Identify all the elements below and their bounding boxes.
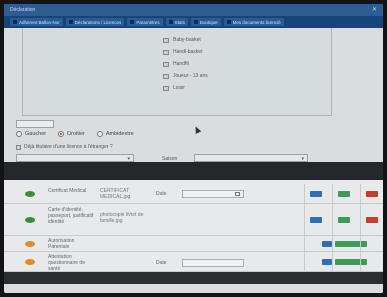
bookmark-icon bbox=[193, 20, 198, 24]
radio-label: Ambidextre bbox=[105, 131, 134, 137]
licence-form: Baby-basket Handi-basket Handfit Joueur … bbox=[4, 28, 383, 162]
document-name: Certificat Médical bbox=[48, 188, 87, 194]
documents-table: Certificat Médical CERTIFICAT MEDICAL.jp… bbox=[4, 180, 383, 272]
view-button[interactable] bbox=[310, 217, 322, 223]
section-divider bbox=[4, 162, 383, 180]
bookmark-label: Paramètres bbox=[136, 19, 160, 25]
bookmark-icon bbox=[68, 20, 73, 24]
bookmark-icon bbox=[130, 20, 135, 24]
bookmark-label: Stats bbox=[174, 19, 185, 25]
bookmarks-bar: Adhérent Ballon-Nor Déclarations / Licen… bbox=[4, 16, 383, 28]
column-divider bbox=[332, 184, 333, 272]
checkbox-icon[interactable] bbox=[163, 49, 169, 55]
date-input[interactable] bbox=[182, 190, 244, 198]
bookmark-3[interactable]: Stats bbox=[165, 18, 188, 26]
checkbox-icon[interactable] bbox=[163, 61, 169, 67]
document-name: Attestation questionnaire de santé bbox=[48, 254, 85, 272]
close-icon[interactable]: ✕ bbox=[372, 6, 377, 13]
checkbox-label: Baby-basket bbox=[173, 37, 201, 43]
bookmark-2[interactable]: Paramètres bbox=[127, 18, 163, 26]
status-missing-icon bbox=[25, 259, 35, 265]
browser-titlebar: Déclaration ✕ bbox=[4, 4, 383, 16]
delete-button[interactable] bbox=[366, 191, 378, 197]
column-divider bbox=[304, 184, 305, 272]
upload-icon-button[interactable] bbox=[322, 259, 332, 265]
category-panel: Baby-basket Handi-basket Handfit Joueur … bbox=[22, 28, 332, 116]
document-name: Carte d'identité, passeport, justificati… bbox=[48, 207, 94, 225]
radio-right-handed[interactable]: Droitier bbox=[58, 131, 85, 137]
select-dropdown-left[interactable]: ▾ bbox=[16, 154, 134, 162]
radio-icon[interactable] bbox=[96, 131, 103, 137]
date-input[interactable] bbox=[182, 259, 244, 267]
table-row: Carte d'identité, passeport, justificati… bbox=[4, 204, 383, 236]
bookmark-5[interactable]: Mes documents licencié bbox=[223, 18, 284, 26]
status-ok-icon bbox=[25, 217, 35, 223]
checkbox-icon[interactable] bbox=[16, 144, 21, 150]
browse-button[interactable] bbox=[335, 259, 367, 265]
table-row: Certificat Médical CERTIFICAT MEDICAL.jp… bbox=[4, 184, 383, 204]
category-checkbox[interactable]: Handfit bbox=[163, 58, 208, 70]
select-dropdown-season[interactable]: ▾ bbox=[194, 154, 308, 162]
edit-button[interactable] bbox=[338, 217, 350, 223]
bookmark-label: Mes documents licencié bbox=[232, 19, 281, 25]
column-divider bbox=[360, 184, 361, 272]
bookmark-icon bbox=[226, 20, 231, 24]
window-title: Déclaration bbox=[10, 7, 36, 13]
text-field[interactable] bbox=[16, 120, 54, 128]
delete-button[interactable] bbox=[366, 217, 378, 223]
category-checkbox-list: Baby-basket Handi-basket Handfit Joueur … bbox=[163, 34, 208, 94]
calendar-icon[interactable] bbox=[235, 192, 240, 196]
radio-label: Gaucher bbox=[25, 131, 47, 137]
checkbox-label: Handfit bbox=[173, 61, 189, 67]
category-checkbox[interactable]: Joueur - 13 ans bbox=[163, 70, 208, 82]
bookmark-0[interactable]: Adhérent Ballon-Nor bbox=[10, 18, 63, 26]
category-checkbox[interactable]: Handi-basket bbox=[163, 46, 208, 58]
footer bbox=[4, 284, 383, 293]
bookmark-label: Boutique bbox=[199, 19, 218, 25]
radio-icon[interactable] bbox=[16, 131, 22, 137]
radio-left-handed[interactable]: Gaucher bbox=[16, 131, 46, 137]
checkbox-label: Joueur - 13 ans bbox=[173, 73, 208, 79]
view-button[interactable] bbox=[310, 191, 322, 197]
table-row: Attestation questionnaire de santé Date bbox=[4, 252, 383, 272]
document-name: Autorisation Parentale bbox=[48, 238, 75, 250]
bookmark-1[interactable]: Déclarations / Licences bbox=[65, 18, 125, 26]
radio-label: Droitier bbox=[67, 131, 85, 137]
screen: Déclaration ✕ Adhérent Ballon-Nor Déclar… bbox=[4, 4, 383, 293]
file-link[interactable]: photocopie livret de famille.jpg bbox=[100, 212, 146, 224]
checkbox-icon[interactable] bbox=[163, 73, 169, 79]
foreign-licence-checkbox[interactable]: Déjà titulaire d'une licence à l'étrange… bbox=[16, 144, 113, 150]
checkbox-label: Handi-basket bbox=[173, 49, 203, 55]
mouse-cursor-icon bbox=[192, 125, 202, 134]
bookmark-4[interactable]: Boutique bbox=[190, 18, 221, 26]
edit-button[interactable] bbox=[338, 191, 350, 197]
handedness-radio-group: Gaucher Droitier Ambidextre bbox=[16, 131, 134, 137]
date-label: Date bbox=[156, 260, 167, 266]
table-row: Autorisation Parentale bbox=[4, 236, 383, 252]
browse-button[interactable] bbox=[335, 241, 367, 247]
checkbox-label: Déjà titulaire d'une licence à l'étrange… bbox=[24, 144, 113, 150]
checkbox-icon[interactable] bbox=[163, 85, 169, 91]
category-checkbox[interactable]: Baby-basket bbox=[163, 34, 208, 46]
status-ok-icon bbox=[25, 191, 35, 197]
file-link[interactable]: CERTIFICAT MEDICAL.jpg bbox=[100, 188, 146, 200]
radio-ambidextrous[interactable]: Ambidextre bbox=[96, 131, 134, 137]
checkbox-label: Loisir bbox=[173, 85, 185, 91]
bottom-band bbox=[4, 272, 383, 284]
bookmark-label: Déclarations / Licences bbox=[74, 19, 122, 25]
upload-icon-button[interactable] bbox=[322, 241, 332, 247]
checkbox-icon[interactable] bbox=[163, 37, 169, 43]
bookmark-icon bbox=[13, 20, 17, 24]
date-label: Date bbox=[156, 191, 167, 197]
status-missing-icon bbox=[25, 241, 35, 247]
bookmark-icon bbox=[168, 20, 173, 24]
bookmark-label: Adhérent Ballon-Nor bbox=[19, 19, 60, 25]
radio-selected-icon[interactable] bbox=[58, 131, 65, 137]
category-checkbox[interactable]: Loisir bbox=[163, 82, 208, 94]
